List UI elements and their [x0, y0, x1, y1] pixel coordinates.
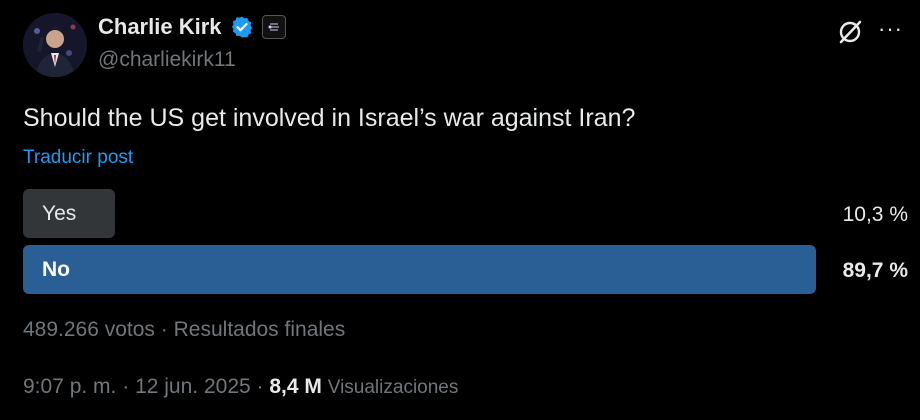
translate-post-link[interactable]: Traducir post	[23, 147, 133, 169]
views-label[interactable]: Visualizaciones	[328, 377, 459, 398]
poll-option-no: No	[23, 245, 816, 294]
avatar[interactable]	[23, 13, 87, 77]
post-date[interactable]: 12 jun. 2025	[135, 375, 251, 398]
views-count[interactable]: 8,4 M	[269, 375, 322, 398]
post-time[interactable]: 9:07 p. m.	[23, 375, 116, 398]
poll-option-label: No	[42, 258, 70, 281]
timestamp-row: 9:07 p. m. · 12 jun. 2025 · 8,4 M Visual…	[23, 375, 458, 399]
poll-meta: 489.266 votos · Resultados finales	[23, 318, 345, 342]
author-handle[interactable]: @charliekirk11	[98, 48, 236, 72]
poll-option-percent: 10,3 %	[842, 203, 908, 226]
poll-option-label: Yes	[42, 202, 77, 225]
separator: ·	[160, 318, 168, 341]
post-text: Should the US get involved in Israel’s w…	[23, 104, 636, 132]
poll-option-percent: 89,7 %	[842, 259, 908, 282]
poll-status: Resultados finales	[173, 318, 346, 341]
author-name-row: Charlie Kirk	[98, 14, 286, 40]
verified-badge-icon[interactable]	[230, 15, 254, 39]
grok-icon[interactable]	[836, 18, 864, 46]
poll-votes: 489.266 votos	[23, 318, 155, 341]
separator: ·	[122, 375, 130, 398]
author-name[interactable]: Charlie Kirk	[98, 14, 222, 40]
poll-option-yes: Yes	[23, 189, 115, 238]
more-icon[interactable]: ···	[878, 16, 903, 42]
affiliation-badge-icon[interactable]	[261, 15, 286, 39]
separator: ·	[256, 375, 264, 398]
